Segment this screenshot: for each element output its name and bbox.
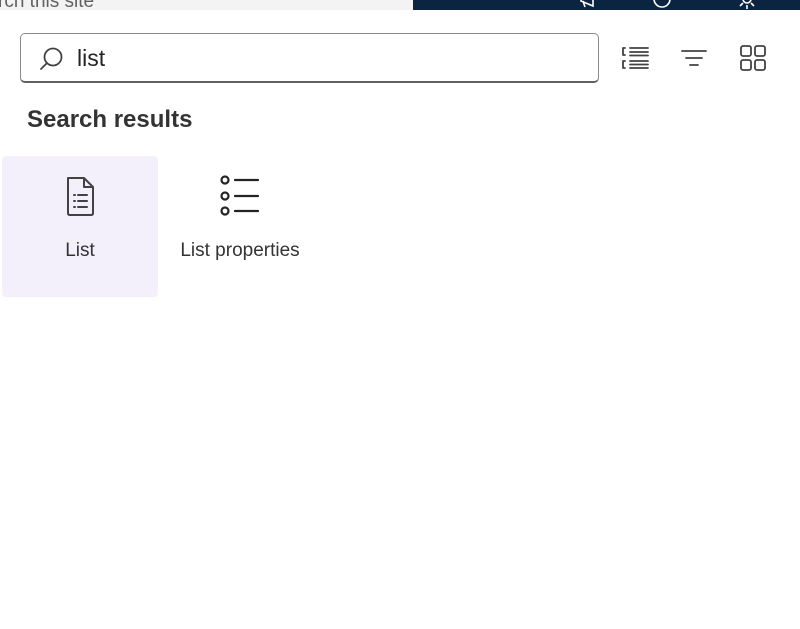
grid-view-icon: [740, 45, 766, 71]
suite-header: [413, 0, 800, 10]
list-view-icon: [622, 47, 649, 69]
help-icon[interactable]: [651, 0, 673, 10]
megaphone-icon[interactable]: [578, 0, 600, 10]
grid-view-button[interactable]: [737, 42, 769, 74]
search-input[interactable]: [77, 42, 577, 74]
filter-button[interactable]: [678, 42, 710, 74]
document-list-icon: [58, 174, 102, 218]
list-view-button[interactable]: [619, 42, 651, 74]
result-label-list-properties: List properties: [180, 240, 300, 261]
bulleted-list-icon: [218, 174, 262, 218]
search-box[interactable]: [20, 33, 599, 83]
site-search-placeholder: rch this site: [0, 0, 94, 10]
result-label-list: List: [65, 240, 95, 261]
result-tile-list[interactable]: List: [2, 156, 158, 297]
filter-icon: [681, 50, 707, 66]
search-results-heading: Search results: [27, 106, 193, 133]
search-icon: [39, 46, 65, 72]
gear-icon[interactable]: [736, 0, 758, 10]
site-search-bar[interactable]: rch this site: [0, 0, 413, 10]
result-tile-list-properties[interactable]: List properties: [162, 156, 318, 297]
